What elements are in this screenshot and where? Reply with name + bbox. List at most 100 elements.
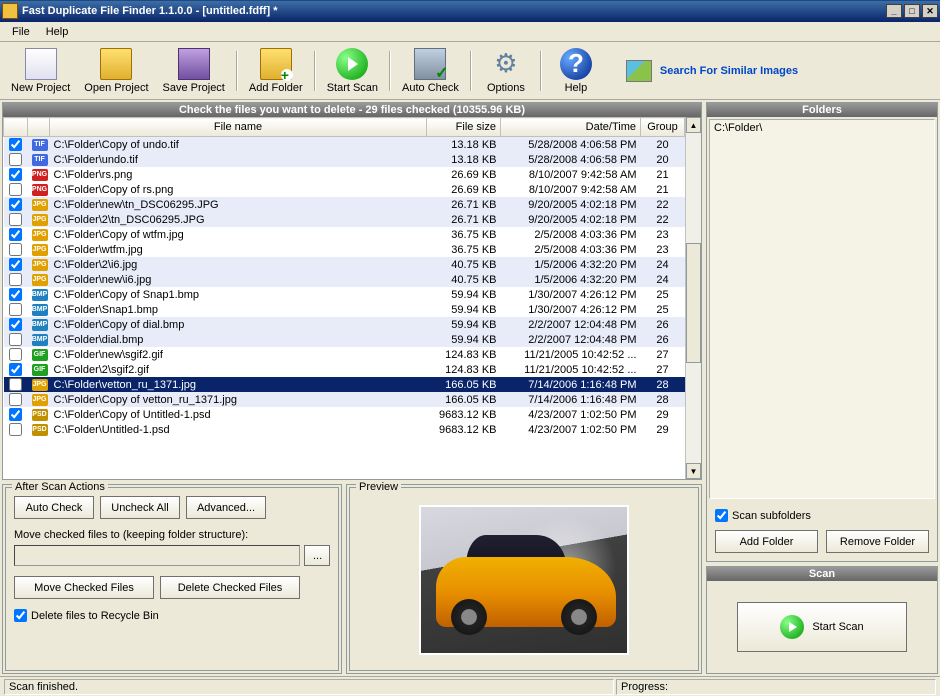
- save-project-button[interactable]: Save Project: [156, 44, 232, 98]
- row-checkbox[interactable]: [9, 408, 22, 421]
- table-row[interactable]: PNGC:\Folder\Copy of rs.png26.69 KB8/10/…: [4, 182, 685, 197]
- table-row[interactable]: BMPC:\Folder\Snap1.bmp59.94 KB1/30/2007 …: [4, 302, 685, 317]
- scroll-thumb[interactable]: [686, 243, 701, 363]
- after-scan-panel: After Scan Actions Auto Check Uncheck Al…: [2, 484, 342, 674]
- file-list-scrollbar[interactable]: ▲ ▼: [685, 117, 701, 479]
- table-row[interactable]: JPGC:\Folder\Copy of vetton_ru_1371.jpg1…: [4, 392, 685, 407]
- advanced-button[interactable]: Advanced...: [186, 496, 266, 519]
- row-checkbox[interactable]: [9, 153, 22, 166]
- remove-folder-button[interactable]: Remove Folder: [826, 530, 929, 553]
- auto-check-button[interactable]: Auto Check: [395, 44, 466, 98]
- table-row[interactable]: PSDC:\Folder\Untitled-1.psd9683.12 KB4/2…: [4, 422, 685, 437]
- row-checkbox[interactable]: [9, 393, 22, 406]
- column-check[interactable]: [4, 118, 28, 137]
- row-checkbox[interactable]: [9, 213, 22, 226]
- cell-filename: C:\Folder\2\i6.jpg: [50, 257, 427, 272]
- table-row[interactable]: BMPC:\Folder\Copy of dial.bmp59.94 KB2/2…: [4, 317, 685, 332]
- row-checkbox[interactable]: [9, 258, 22, 271]
- cell-group: 20: [641, 152, 685, 167]
- column-datetime[interactable]: Date/Time: [501, 118, 641, 137]
- table-row[interactable]: JPGC:\Folder\2\tn_DSC06295.JPG26.71 KB9/…: [4, 212, 685, 227]
- cell-filename: C:\Folder\Snap1.bmp: [50, 302, 427, 317]
- add-folder-side-button[interactable]: Add Folder: [715, 530, 818, 553]
- menu-file[interactable]: File: [4, 24, 38, 40]
- document-icon: [25, 48, 57, 80]
- table-row[interactable]: PNGC:\Folder\rs.png26.69 KB8/10/2007 9:4…: [4, 167, 685, 182]
- delete-checked-button[interactable]: Delete Checked Files: [160, 576, 300, 599]
- row-checkbox[interactable]: [9, 138, 22, 151]
- filetype-png-icon: PNG: [32, 169, 48, 181]
- column-icon[interactable]: [28, 118, 50, 137]
- help-button[interactable]: ? Help: [546, 44, 606, 98]
- start-scan-button[interactable]: Start Scan: [320, 44, 385, 98]
- row-checkbox[interactable]: [9, 333, 22, 346]
- recycle-bin-checkbox[interactable]: [14, 609, 27, 622]
- column-group[interactable]: Group: [641, 118, 685, 137]
- row-checkbox[interactable]: [9, 273, 22, 286]
- row-checkbox[interactable]: [9, 423, 22, 436]
- file-list-panel: Check the files you want to delete - 29 …: [2, 102, 702, 480]
- new-project-button[interactable]: New Project: [4, 44, 77, 98]
- row-checkbox[interactable]: [9, 183, 22, 196]
- cell-datetime: 1/5/2006 4:32:20 PM: [501, 257, 641, 272]
- table-row[interactable]: JPGC:\Folder\vetton_ru_1371.jpg166.05 KB…: [4, 377, 685, 392]
- table-row[interactable]: GIFC:\Folder\new\sgif2.gif124.83 KB11/21…: [4, 347, 685, 362]
- play-icon: [780, 615, 804, 639]
- table-row[interactable]: TIFC:\Folder\Copy of undo.tif13.18 KB5/2…: [4, 137, 685, 153]
- row-checkbox[interactable]: [9, 288, 22, 301]
- start-scan-big-button[interactable]: Start Scan: [737, 602, 907, 652]
- cell-datetime: 2/2/2007 12:04:48 PM: [501, 317, 641, 332]
- row-checkbox[interactable]: [9, 228, 22, 241]
- row-checkbox[interactable]: [9, 363, 22, 376]
- row-checkbox[interactable]: [9, 303, 22, 316]
- auto-check-action-button[interactable]: Auto Check: [14, 496, 94, 519]
- row-checkbox[interactable]: [9, 318, 22, 331]
- table-row[interactable]: JPGC:\Folder\new\i6.jpg40.75 KB1/5/2006 …: [4, 272, 685, 287]
- table-row[interactable]: JPGC:\Folder\wtfm.jpg36.75 KB2/5/2008 4:…: [4, 242, 685, 257]
- toolbar-separator: [540, 51, 542, 91]
- close-button[interactable]: ✕: [922, 4, 938, 18]
- table-row[interactable]: TIFC:\Folder\undo.tif13.18 KB5/28/2008 4…: [4, 152, 685, 167]
- minimize-button[interactable]: _: [886, 4, 902, 18]
- column-filesize[interactable]: File size: [427, 118, 501, 137]
- scan-panel: Scan Start Scan: [706, 566, 938, 674]
- table-row[interactable]: JPGC:\Folder\new\tn_DSC06295.JPG26.71 KB…: [4, 197, 685, 212]
- table-row[interactable]: PSDC:\Folder\Copy of Untitled-1.psd9683.…: [4, 407, 685, 422]
- scroll-track[interactable]: [686, 133, 701, 463]
- move-checked-button[interactable]: Move Checked Files: [14, 576, 154, 599]
- cell-filesize: 124.83 KB: [427, 362, 501, 377]
- maximize-button[interactable]: □: [904, 4, 920, 18]
- statusbar: Scan finished. Progress:: [0, 676, 940, 696]
- table-row[interactable]: JPGC:\Folder\Copy of wtfm.jpg36.75 KB2/5…: [4, 227, 685, 242]
- move-path-input[interactable]: [14, 545, 300, 566]
- column-filename[interactable]: File name: [50, 118, 427, 137]
- open-project-button[interactable]: Open Project: [77, 44, 155, 98]
- table-row[interactable]: BMPC:\Folder\dial.bmp59.94 KB2/2/2007 12…: [4, 332, 685, 347]
- browse-path-button[interactable]: ...: [304, 545, 330, 566]
- cell-group: 29: [641, 422, 685, 437]
- filetype-psd-icon: PSD: [32, 424, 48, 436]
- row-checkbox[interactable]: [9, 378, 22, 391]
- search-similar-link[interactable]: Search For Similar Images: [626, 60, 798, 82]
- folders-list[interactable]: C:\Folder\: [709, 119, 935, 499]
- row-checkbox[interactable]: [9, 168, 22, 181]
- table-row[interactable]: GIFC:\Folder\2\sgif2.gif124.83 KB11/21/2…: [4, 362, 685, 377]
- row-checkbox[interactable]: [9, 243, 22, 256]
- add-folder-button[interactable]: Add Folder: [242, 44, 310, 98]
- row-checkbox[interactable]: [9, 198, 22, 211]
- scan-subfolders-checkbox[interactable]: [715, 509, 728, 522]
- uncheck-all-button[interactable]: Uncheck All: [100, 496, 180, 519]
- preview-legend: Preview: [356, 481, 401, 493]
- cell-group: 24: [641, 257, 685, 272]
- scroll-down-icon[interactable]: ▼: [686, 463, 701, 479]
- table-row[interactable]: BMPC:\Folder\Copy of Snap1.bmp59.94 KB1/…: [4, 287, 685, 302]
- row-checkbox[interactable]: [9, 348, 22, 361]
- cell-filename: C:\Folder\vetton_ru_1371.jpg: [50, 377, 427, 392]
- folder-item[interactable]: C:\Folder\: [714, 122, 930, 134]
- options-button[interactable]: ⚙ Options: [476, 44, 536, 98]
- table-row[interactable]: JPGC:\Folder\2\i6.jpg40.75 KB1/5/2006 4:…: [4, 257, 685, 272]
- scroll-up-icon[interactable]: ▲: [686, 117, 701, 133]
- menu-help[interactable]: Help: [38, 24, 77, 40]
- cell-filesize: 36.75 KB: [427, 227, 501, 242]
- filetype-jpg-icon: JPG: [32, 274, 48, 286]
